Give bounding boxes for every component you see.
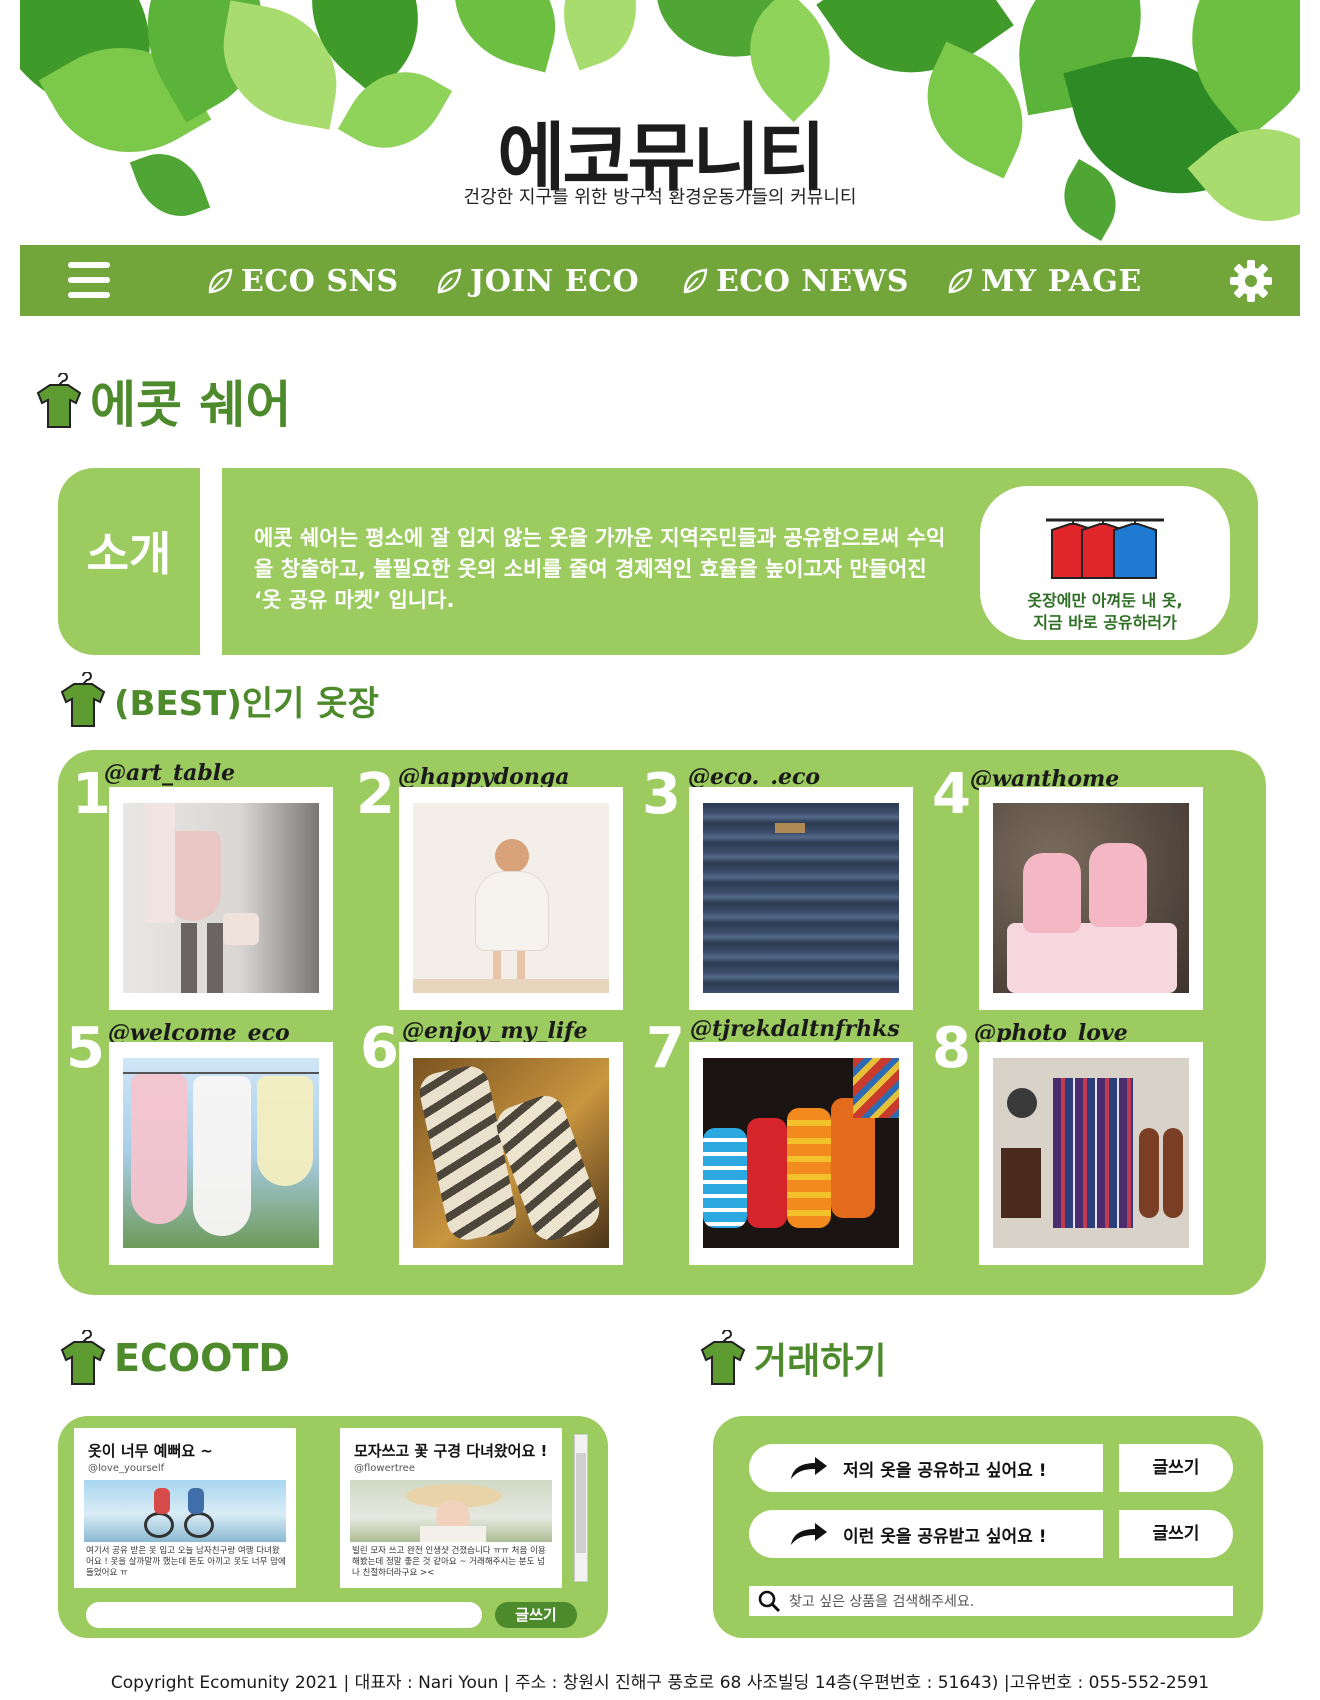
page-title-text: 에콧 쉐어: [90, 376, 292, 434]
post-title: 옷이 너무 예뻐요 ~: [88, 1442, 213, 1460]
nav-item-label: ECO SNS: [241, 263, 399, 299]
nav-item-join-eco[interactable]: JOIN ECO: [434, 259, 639, 303]
post-title: 모자쓰고 꽃 구경 다녀왔어요 !: [354, 1442, 548, 1460]
user-handle[interactable]: @enjoy_my_life: [402, 1018, 588, 1044]
user-handle[interactable]: @art_table: [104, 760, 235, 786]
closet-photo-card[interactable]: [979, 787, 1203, 1010]
closet-photo-card[interactable]: [109, 1042, 333, 1265]
menu-icon[interactable]: [68, 262, 110, 298]
receive-write-button[interactable]: 글쓰기: [1119, 1510, 1233, 1558]
ootd-input[interactable]: [86, 1602, 482, 1628]
closet-photo-card[interactable]: [109, 787, 333, 1010]
nav-item-eco-sns[interactable]: ECO SNS: [205, 259, 399, 303]
rank-number: 7: [646, 1016, 685, 1081]
shirt-icon: [36, 373, 82, 428]
nav-item-my-page[interactable]: MY PAGE: [945, 259, 1142, 303]
best-closets-panel: 1 @art_table 2 @happydonga 3 @eco._.eco …: [58, 750, 1266, 1295]
best-heading: (BEST)인기 옷장: [58, 672, 379, 728]
rank-number: 6: [360, 1016, 399, 1081]
trade-heading: 거래하기: [698, 1330, 886, 1386]
site-header: 에코뮤니티 건강한 지구를 위한 방구석 환경운동가들의 커뮤니티: [20, 0, 1300, 245]
closet-photo: [703, 1058, 899, 1248]
leaf-icon: [437, 268, 462, 294]
share-clothes-button[interactable]: 저의 옷을 공유하고 싶어요 !: [749, 1444, 1103, 1492]
closet-photo: [993, 1058, 1189, 1248]
ootd-post-card[interactable]: 옷이 너무 예뻐요 ~ @love_yourself 여기서 공유 받은 옷 입…: [74, 1428, 296, 1588]
trade-heading-text: 거래하기: [754, 1341, 887, 1382]
receive-clothes-label: 이런 옷을 공유받고 싶어요 !: [843, 1526, 1047, 1547]
post-user: @love_yourself: [88, 1463, 165, 1474]
ootd-heading-text: ECOOTD: [114, 1336, 290, 1380]
trade-row-receive: 이런 옷을 공유받고 싶어요 ! 글쓰기: [749, 1510, 1233, 1558]
search-icon: [758, 1590, 781, 1613]
post-user: @flowertree: [354, 1463, 415, 1474]
rank-number: 2: [356, 762, 395, 827]
trade-row-share: 저의 옷을 공유하고 싶어요 ! 글쓰기: [749, 1444, 1233, 1492]
ootd-scrollbar[interactable]: [574, 1434, 588, 1582]
closet-photo-card[interactable]: [399, 1042, 623, 1265]
closet-photo: [123, 1058, 319, 1248]
closet-photo-card[interactable]: [689, 1042, 913, 1265]
rank-number: 5: [66, 1016, 105, 1081]
share-write-button[interactable]: 글쓰기: [1119, 1444, 1233, 1492]
leaf-icon: [683, 268, 708, 294]
share-closet-line1: 옷장에만 아껴둔 내 옷,: [1027, 591, 1183, 610]
closet-photo-card[interactable]: [399, 787, 623, 1010]
leaf-icon: [208, 268, 233, 294]
post-body: 빌린 모자 쓰고 완전 인생샷 건졌습니다 ㅠㅠ 처음 이용해봤는데 정말 좋은…: [352, 1546, 546, 1578]
page-title: 에콧 쉐어: [34, 365, 291, 437]
gear-icon[interactable]: [1228, 258, 1274, 304]
closet-photo: [993, 803, 1189, 993]
ootd-heading: ECOOTD: [58, 1330, 290, 1386]
trade-panel: 저의 옷을 공유하고 싶어요 ! 글쓰기 이런 옷을 공유받고 싶어요 ! 글쓰…: [713, 1416, 1263, 1638]
closet-icon: [1046, 518, 1164, 579]
nav-item-label: ECO NEWS: [716, 263, 909, 299]
closet-photo-card[interactable]: [979, 1042, 1203, 1265]
leaf-icon: [948, 268, 973, 294]
main-nav: ECO SNS JOIN ECO ECO NEWS MY PAGE: [20, 245, 1300, 316]
closet-photo: [703, 803, 899, 993]
ootd-post-card[interactable]: 모자쓰고 꽃 구경 다녀왔어요 ! @flowertree 빌린 모자 쓰고 완…: [340, 1428, 562, 1588]
closet-photo-card[interactable]: [689, 787, 913, 1010]
rank-number: 3: [642, 762, 681, 827]
rank-number: 4: [932, 762, 971, 827]
closet-photo: [123, 803, 319, 993]
arrow-icon: [791, 1457, 827, 1479]
product-search-input[interactable]: 찾고 싶은 상품을 검색해주세요.: [749, 1586, 1233, 1616]
intro-panel: 소개 에콧 쉐어는 평소에 잘 입지 않는 옷을 가까운 지역주민들과 공유함으…: [58, 468, 1258, 655]
share-clothes-label: 저의 옷을 공유하고 싶어요 !: [843, 1460, 1047, 1481]
rank-number: 8: [932, 1016, 971, 1081]
intro-divider: [200, 468, 222, 655]
shirt-icon: [60, 672, 106, 727]
best-heading-text: (BEST)인기 옷장: [114, 683, 379, 724]
intro-label: 소개: [86, 527, 172, 581]
user-handle[interactable]: @tjrekdaltnfrhks: [690, 1016, 900, 1042]
nav-item-eco-news[interactable]: ECO NEWS: [680, 259, 909, 303]
site-subtitle: 건강한 지구를 위한 방구석 환경운동가들의 커뮤니티: [463, 187, 857, 208]
share-closet-text: 옷장에만 아껴둔 내 옷, 지금 바로 공유하러가: [980, 590, 1230, 634]
closet-photo: [413, 803, 609, 993]
intro-text: 에콧 쉐어는 평소에 잘 입지 않는 옷을 가까운 지역주민들과 공유함으로써 …: [254, 526, 946, 612]
share-closet-button[interactable]: 옷장에만 아껴둔 내 옷, 지금 바로 공유하러가: [980, 486, 1230, 640]
post-body: 여기서 공유 받은 옷 입고 오늘 남자친구랑 여행 다녀왔어요 ! 옷을 살까…: [86, 1546, 286, 1578]
nav-item-label: MY PAGE: [981, 263, 1142, 299]
shirt-icon: [60, 1330, 106, 1385]
footer-text: Copyright Ecomunity 2021 | 대표자 : Nari Yo…: [110, 1673, 1210, 1693]
scroll-thumb[interactable]: [576, 1453, 586, 1553]
post-image: [84, 1480, 286, 1542]
shirt-icon: [700, 1330, 746, 1385]
share-closet-line2: 지금 바로 공유하러가: [1033, 613, 1177, 632]
closet-photo: [413, 1058, 609, 1248]
arrow-icon: [791, 1523, 827, 1545]
ootd-write-button[interactable]: 글쓰기: [495, 1602, 577, 1628]
search-placeholder: 찾고 싶은 상품을 검색해주세요.: [789, 1594, 975, 1610]
post-image: [350, 1480, 552, 1542]
receive-clothes-button[interactable]: 이런 옷을 공유받고 싶어요 !: [749, 1510, 1103, 1558]
nav-item-label: JOIN ECO: [470, 263, 640, 299]
ootd-panel: 옷이 너무 예뻐요 ~ @love_yourself 여기서 공유 받은 옷 입…: [58, 1416, 608, 1638]
